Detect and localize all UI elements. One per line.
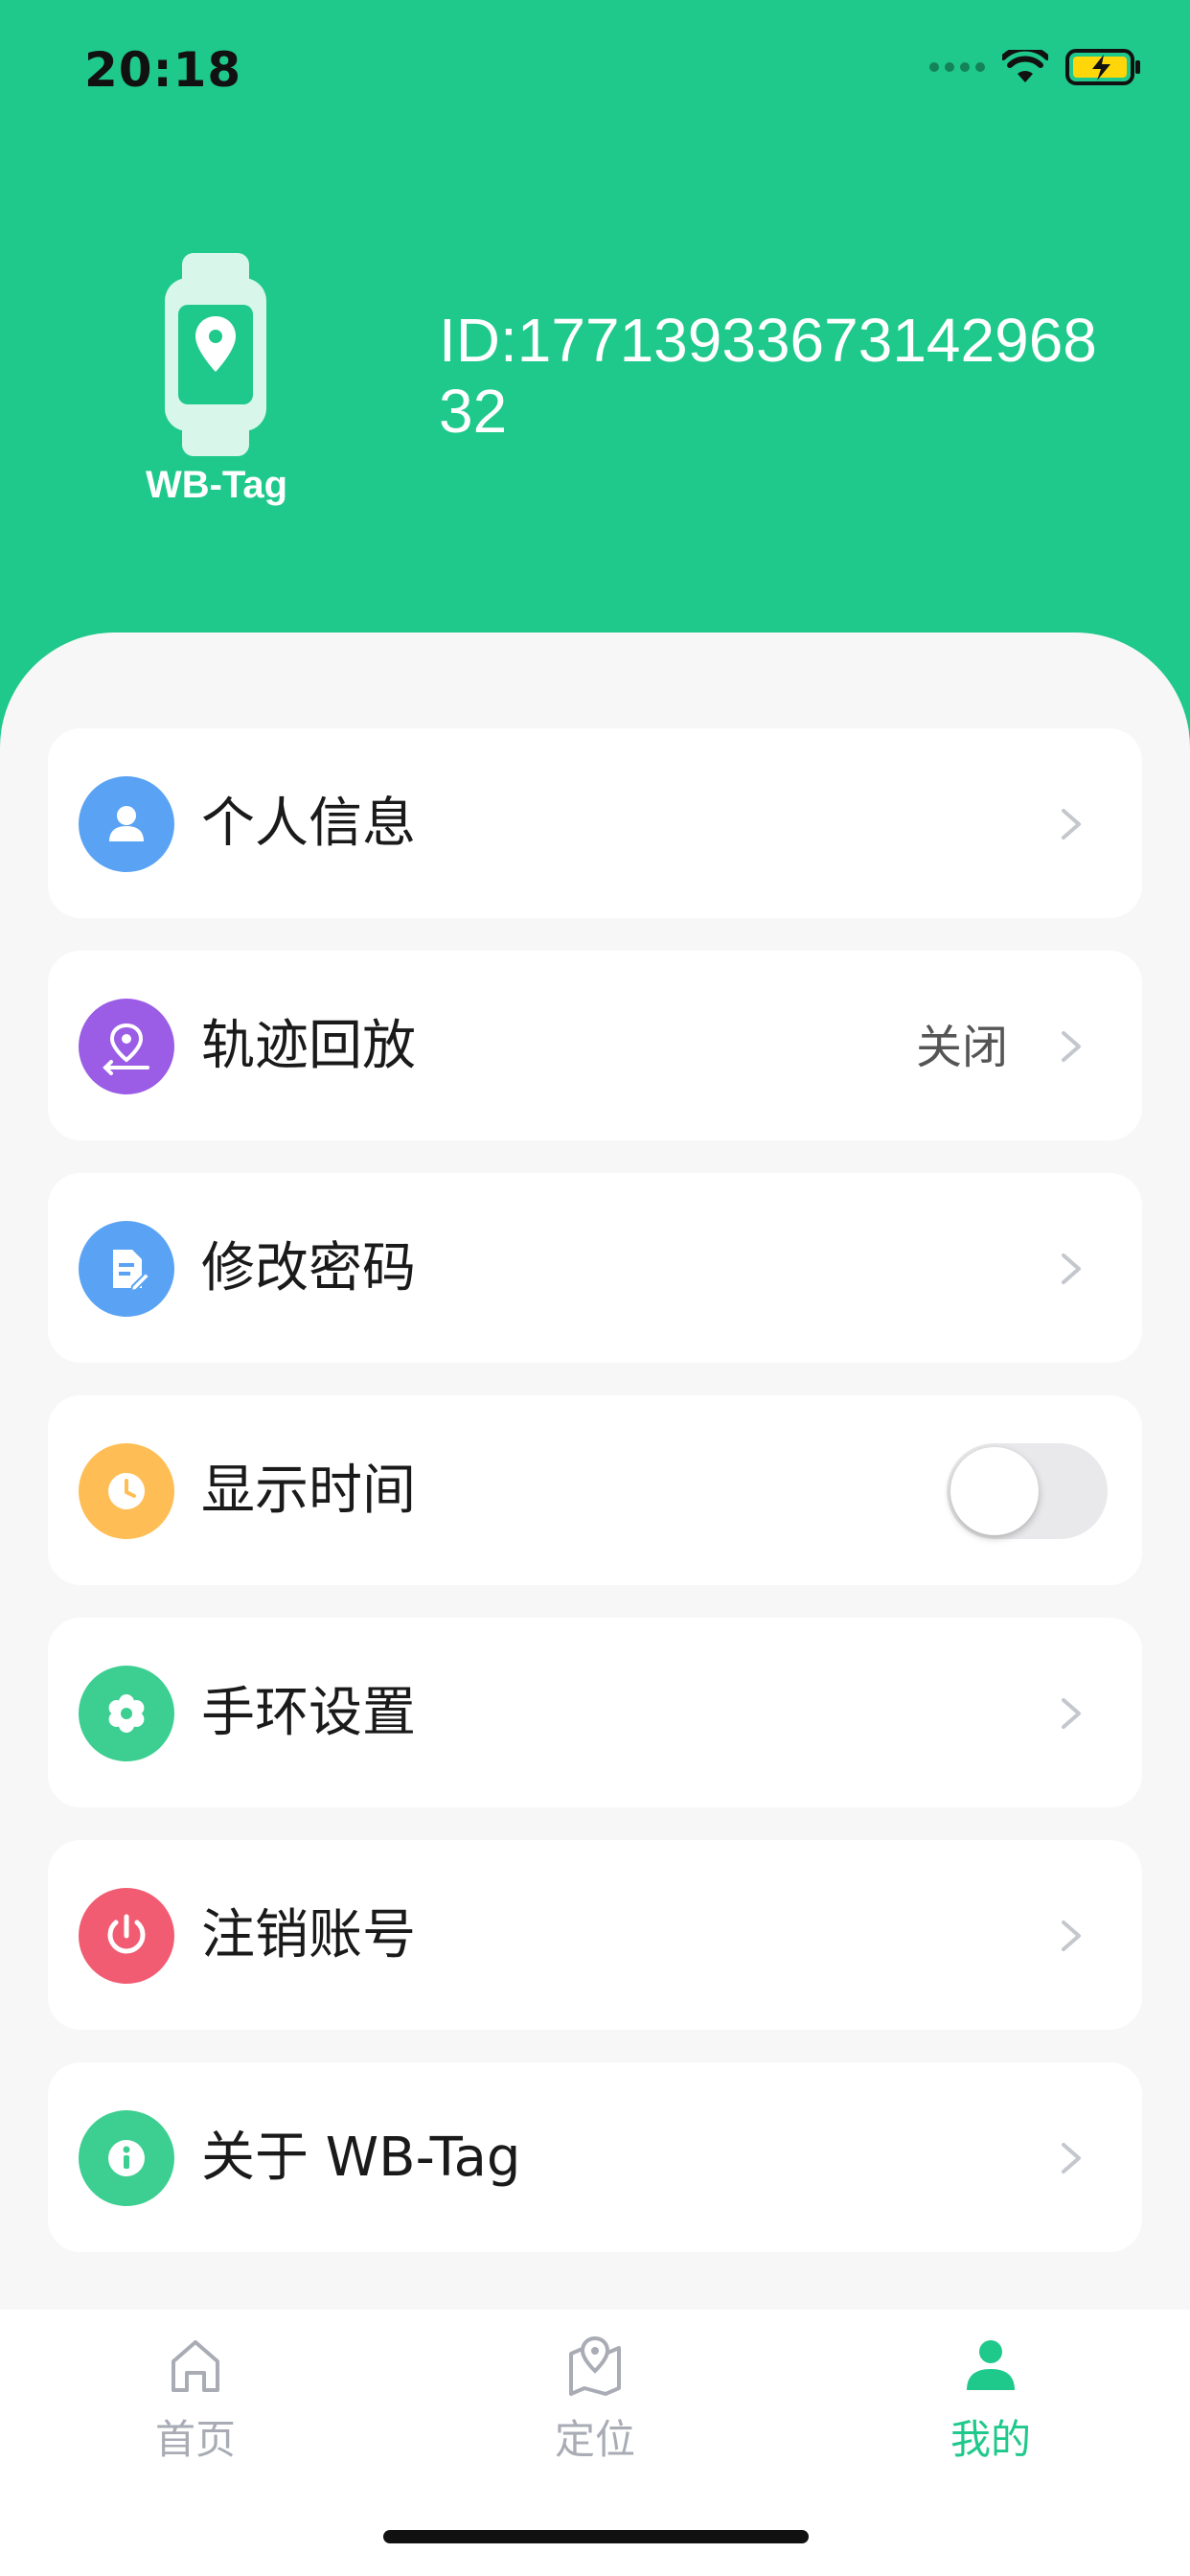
menu-item-about[interactable]: 关于 WB-Tag [48,2062,1142,2252]
tab-location[interactable]: 定位 [499,2333,691,2466]
chevron-right-icon [1062,1254,1081,1284]
menu-label: 显示时间 [201,1460,416,1522]
toggle-knob [950,1447,1039,1535]
tab-label: 定位 [554,2416,635,2463]
map-pin-icon [569,2335,621,2396]
power-icon [79,1888,174,1984]
menu-label: 个人信息 [201,793,416,855]
status-bar: 20:18 [0,0,1190,144]
status-icons [929,48,1142,86]
menu-item-personal-info[interactable]: 个人信息 [48,728,1142,918]
menu-label: 修改密码 [201,1237,416,1300]
chevron-right-icon [1062,809,1081,840]
menu-label: 注销账号 [201,1904,416,1966]
show-time-toggle[interactable] [947,1443,1108,1539]
cellular-signal-icon [929,62,985,72]
document-edit-icon [79,1221,174,1317]
home-icon [172,2340,219,2392]
tab-home[interactable]: 首页 [100,2333,291,2466]
menu-label: 轨迹回放 [201,1015,416,1077]
menu-item-change-password[interactable]: 修改密码 [48,1173,1142,1363]
device-name: WB-Tag [145,464,288,506]
info-icon [79,2110,174,2206]
user-icon [79,776,174,872]
menu-item-band-settings[interactable]: 手环设置 [48,1618,1142,1807]
chevron-right-icon [1062,2143,1081,2174]
menu-item-show-time: 显示时间 [48,1395,1142,1585]
chevron-right-icon [1062,1698,1081,1729]
watch-device-icon [165,253,266,456]
clock-icon [79,1443,174,1539]
route-pin-icon [79,999,174,1094]
settings-gear-icon [79,1666,174,1761]
menu-item-track-playback[interactable]: 轨迹回放 关闭 [48,951,1142,1140]
menu-item-deactivate-account[interactable]: 注销账号 [48,1840,1142,2030]
menu-label: 手环设置 [201,1682,416,1744]
tab-label: 首页 [154,2416,236,2463]
chevron-right-icon [1062,1031,1081,1062]
track-playback-status: 关闭 [915,1021,1008,1074]
device-id: ID:1771393367314296832 [439,306,1097,446]
battery-charging-icon [1065,49,1140,85]
menu-label: 关于 WB-Tag [201,2127,521,2189]
tab-label: 我的 [950,2416,1031,2463]
tab-mine[interactable]: 我的 [895,2333,1087,2466]
home-indicator[interactable] [383,2530,809,2543]
status-time: 20:18 [84,42,242,98]
wifi-icon [1002,50,1048,82]
user-icon [967,2340,1015,2390]
chevron-right-icon [1062,1920,1081,1951]
